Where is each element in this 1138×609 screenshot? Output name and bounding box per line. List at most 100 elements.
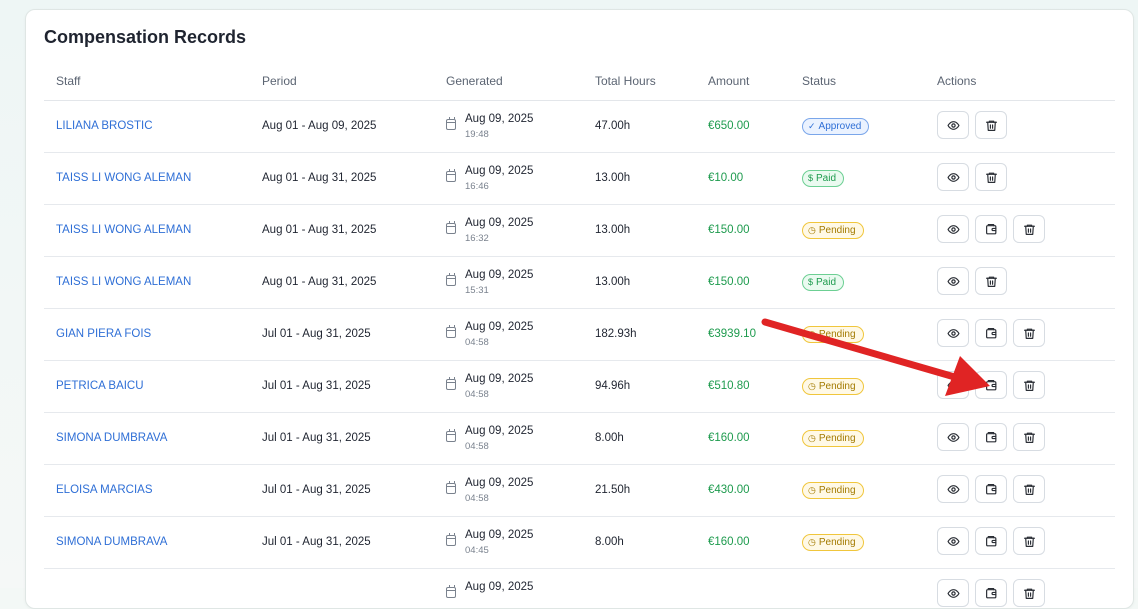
row-actions bbox=[937, 215, 1045, 243]
view-button[interactable] bbox=[937, 475, 969, 503]
status-label: Paid bbox=[816, 277, 837, 288]
total-hours: 13.00h bbox=[595, 224, 631, 236]
delete-button[interactable] bbox=[1013, 371, 1045, 399]
delete-button[interactable] bbox=[1013, 319, 1045, 347]
view-button[interactable] bbox=[937, 267, 969, 295]
period-text: Jul 01 - Aug 31, 2025 bbox=[262, 536, 371, 548]
table-row: ELOISA MARCIAS Jul 01 - Aug 31, 2025 Aug … bbox=[44, 465, 1115, 517]
staff-name-link[interactable]: TAISS LI WONG ALEMAN bbox=[56, 172, 191, 184]
pay-button[interactable] bbox=[975, 319, 1007, 347]
calendar-icon bbox=[446, 325, 456, 338]
header-amount: Amount bbox=[708, 74, 750, 88]
delete-button[interactable] bbox=[1013, 423, 1045, 451]
eye-icon bbox=[946, 379, 960, 392]
status-label: Pending bbox=[818, 329, 856, 340]
pay-button[interactable] bbox=[975, 371, 1007, 399]
pay-button[interactable] bbox=[975, 215, 1007, 243]
calendar-icon bbox=[446, 481, 456, 494]
view-button[interactable] bbox=[937, 371, 969, 399]
clock-icon: ◷ bbox=[808, 485, 816, 495]
status-label: Pending bbox=[818, 433, 856, 444]
staff-name-link[interactable]: PETRICA BAICU bbox=[56, 380, 144, 392]
generated-date: Aug 09, 2025 bbox=[465, 165, 534, 177]
header-total-hours: Total Hours bbox=[595, 74, 656, 88]
table-row: SIMONA DUMBRAVA Jul 01 - Aug 31, 2025 Aug… bbox=[44, 413, 1115, 465]
pay-button[interactable] bbox=[975, 475, 1007, 503]
trash-icon bbox=[985, 275, 998, 288]
view-button[interactable] bbox=[937, 527, 969, 555]
total-hours: 94.96h bbox=[595, 380, 631, 392]
status-label: Pending bbox=[818, 537, 856, 548]
wallet-icon bbox=[985, 327, 998, 340]
table-row: GIAN PIERA FOIS Jul 01 - Aug 31, 2025 Aug… bbox=[44, 309, 1115, 361]
table-body: LILIANA BROSTIC Aug 01 - Aug 09, 2025 Aug… bbox=[44, 101, 1115, 608]
wallet-icon bbox=[985, 431, 998, 444]
amount: €160.00 bbox=[708, 432, 750, 444]
staff-name-link[interactable]: LILIANA BROSTIC bbox=[56, 120, 153, 132]
period-text: Aug 01 - Aug 09, 2025 bbox=[262, 120, 377, 132]
calendar-icon bbox=[446, 221, 456, 234]
eye-icon bbox=[946, 431, 960, 444]
staff-name-link[interactable]: ELOISA MARCIAS bbox=[56, 484, 153, 496]
delete-button[interactable] bbox=[975, 111, 1007, 139]
view-button[interactable] bbox=[937, 579, 969, 607]
trash-icon bbox=[1023, 379, 1036, 392]
total-hours: 182.93h bbox=[595, 328, 637, 340]
pay-button[interactable] bbox=[975, 423, 1007, 451]
generated-time: 16:32 bbox=[465, 233, 489, 244]
view-button[interactable] bbox=[937, 215, 969, 243]
staff-name-link[interactable]: TAISS LI WONG ALEMAN bbox=[56, 276, 191, 288]
wallet-icon bbox=[985, 483, 998, 496]
staff-name-link[interactable]: SIMONA DUMBRAVA bbox=[56, 432, 167, 444]
row-actions bbox=[937, 475, 1045, 503]
generated-date: Aug 09, 2025 bbox=[465, 113, 534, 125]
view-button[interactable] bbox=[937, 423, 969, 451]
staff-name-link[interactable]: SIMONA DUMBRAVA bbox=[56, 536, 167, 548]
delete-button[interactable] bbox=[1013, 475, 1045, 503]
amount: €510.80 bbox=[708, 380, 750, 392]
header-period: Period bbox=[262, 74, 297, 88]
delete-button[interactable] bbox=[975, 267, 1007, 295]
view-button[interactable] bbox=[937, 111, 969, 139]
clock-icon: ◷ bbox=[808, 537, 816, 547]
generated-date: Aug 09, 2025 bbox=[465, 529, 534, 541]
eye-icon bbox=[946, 119, 960, 132]
trash-icon bbox=[1023, 535, 1036, 548]
delete-button[interactable] bbox=[1013, 527, 1045, 555]
view-button[interactable] bbox=[937, 319, 969, 347]
header-status: Status bbox=[802, 74, 837, 88]
pay-button[interactable] bbox=[975, 527, 1007, 555]
total-hours: 47.00h bbox=[595, 120, 631, 132]
calendar-icon bbox=[446, 377, 456, 390]
pay-button[interactable] bbox=[975, 579, 1007, 607]
status-badge: ◷ Pending bbox=[802, 222, 864, 239]
status-label: Paid bbox=[816, 173, 837, 184]
generated-date: Aug 09, 2025 bbox=[465, 425, 534, 437]
header-staff: Staff bbox=[56, 74, 81, 88]
wallet-icon bbox=[985, 587, 998, 600]
generated-date: Aug 09, 2025 bbox=[465, 581, 534, 593]
generated-time: 04:58 bbox=[465, 389, 489, 400]
generated-time: 04:45 bbox=[465, 545, 489, 556]
eye-icon bbox=[946, 483, 960, 496]
delete-button[interactable] bbox=[1013, 579, 1045, 607]
generated-date: Aug 09, 2025 bbox=[465, 217, 534, 229]
trash-icon bbox=[1023, 431, 1036, 444]
wallet-icon bbox=[985, 379, 998, 392]
trash-icon bbox=[1023, 587, 1036, 600]
card-title: Compensation Records bbox=[44, 27, 247, 47]
delete-button[interactable] bbox=[1013, 215, 1045, 243]
status-badge: $ Paid bbox=[802, 274, 845, 291]
wallet-icon bbox=[985, 223, 998, 236]
staff-name-link[interactable]: GIAN PIERA FOIS bbox=[56, 328, 151, 340]
table-row: PETRICA BAICU Jul 01 - Aug 31, 2025 Aug 0… bbox=[44, 361, 1115, 413]
delete-button[interactable] bbox=[975, 163, 1007, 191]
staff-name-link[interactable]: TAISS LI WONG ALEMAN bbox=[56, 224, 191, 236]
table-row: TAISS LI WONG ALEMAN Aug 01 - Aug 31, 202… bbox=[44, 257, 1115, 309]
calendar-icon bbox=[446, 169, 456, 182]
view-button[interactable] bbox=[937, 163, 969, 191]
row-actions bbox=[937, 371, 1045, 399]
wallet-icon bbox=[985, 535, 998, 548]
status-label: Pending bbox=[818, 381, 856, 392]
calendar-icon bbox=[446, 117, 456, 130]
